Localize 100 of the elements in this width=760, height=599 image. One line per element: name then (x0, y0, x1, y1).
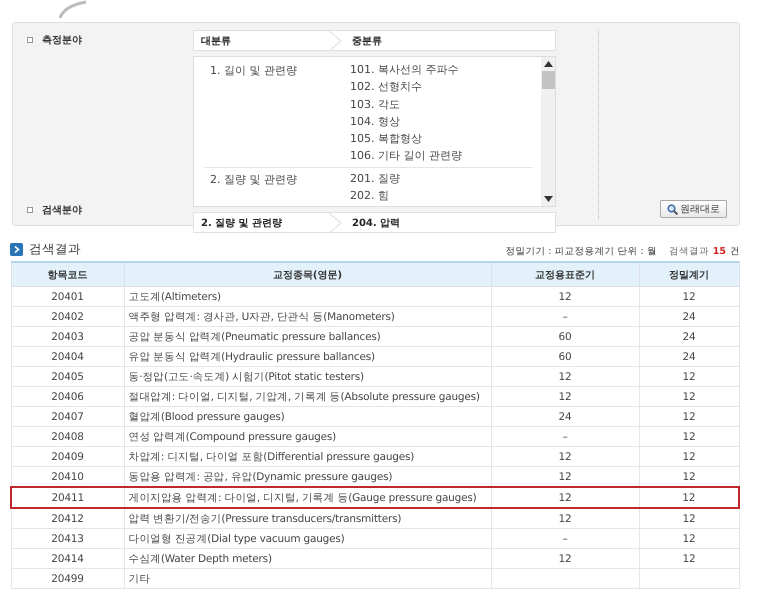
table-cell: 12 (639, 426, 739, 446)
table-cell: 12 (639, 406, 739, 426)
list-item[interactable]: 106. 기타 길이 관련량 (350, 147, 462, 165)
table-cell: 다이얼형 진공계(Dial type vacuum gauges) (124, 528, 491, 548)
section-title: 검색결과 (29, 241, 81, 258)
field-label: 측정분야 (42, 34, 82, 46)
table-cell: 수심계(Water Depth meters) (124, 548, 491, 568)
table-cell: 24 (639, 306, 739, 326)
table-cell: 20411 (11, 487, 124, 508)
column-heading: 중분류 (351, 34, 382, 48)
bullet-icon (27, 36, 33, 42)
column-header: 교정용표준기 (491, 262, 639, 286)
table-row[interactable]: 20404 유압 분동식 압력계(Hydraulic pressure ballances) 60 24 (11, 346, 739, 366)
table-cell: 12 (639, 508, 739, 528)
table-row[interactable]: 20406 절대압계: 다이얼, 디지털, 기압계, 기록계 등(Absolute pressure gauges) 12 12 (11, 386, 739, 406)
table-cell: 20414 (11, 548, 124, 568)
field-label: 검색분야 (42, 204, 82, 216)
column-header: 정밀계기 (639, 262, 739, 286)
table-cell: 압력 변환기/전송기(Pressure transducers/transmitters) (124, 508, 491, 528)
table-cell: 12 (491, 508, 639, 528)
table-cell: – (491, 306, 639, 326)
table-cell: 20408 (11, 426, 124, 446)
table-cell: 절대압계: 다이얼, 디지털, 기압계, 기록계 등(Absolute pressure gauges) (124, 386, 491, 406)
table-cell: 12 (491, 386, 639, 406)
scroll-up-icon[interactable] (544, 61, 552, 67)
table-cell: 20402 (11, 306, 124, 326)
table-cell: 고도계(Altimeters) (124, 286, 491, 306)
list-item[interactable]: 201. 질량 (350, 170, 400, 188)
arrow-box-icon (10, 243, 23, 256)
table-cell: 20409 (11, 446, 124, 466)
table-cell: 20499 (11, 568, 124, 588)
result-count: 15 (712, 246, 726, 257)
list-item[interactable]: 1. 길이 및 관련량 (204, 61, 350, 165)
table-row[interactable]: 20499 기타 (11, 568, 739, 588)
table-row[interactable]: 20401 고도계(Altimeters) 12 12 (11, 286, 739, 306)
unit-note: 정밀기기 : 피교정용계기 단위 : 월 (505, 245, 657, 258)
list-item[interactable]: 105. 복합형상 (350, 130, 462, 148)
table-row[interactable]: 20405 동·정압(고도·속도계) 시험기(Pitot static testers) 12 12 (11, 366, 739, 386)
table-cell: 20401 (11, 286, 124, 306)
table-cell: 20413 (11, 528, 124, 548)
table-row[interactable]: 20413 다이얼형 진공계(Dial type vacuum gauges) – 12 (11, 528, 739, 548)
table-cell: 60 (491, 346, 639, 366)
table-cell: 12 (639, 286, 739, 306)
scrollbar[interactable] (541, 57, 555, 206)
list-item[interactable]: 103. 각도 (350, 96, 462, 113)
list-item[interactable]: 102. 선형치수 (350, 78, 462, 96)
table-cell: – (491, 426, 639, 446)
table-cell: 24 (491, 406, 639, 426)
table-cell: 12 (639, 548, 739, 568)
column-header: 항목코드 (11, 262, 124, 286)
scroll-down-icon[interactable] (544, 196, 552, 202)
table-cell: – (491, 528, 639, 548)
table-row[interactable]: 20411 게이지압용 압력계: 다이얼, 디지털, 기록계 등(Gauge pressure gauges) 12 12 (11, 487, 739, 508)
table-row[interactable]: 20414 수심계(Water Depth meters) 12 12 (11, 548, 739, 568)
table-cell: 12 (639, 386, 739, 406)
count-label: 검색결과 (668, 245, 709, 258)
table-row[interactable]: 20408 연성 압력계(Compound pressure gauges) – 12 (11, 426, 739, 446)
table-cell: 20405 (11, 366, 124, 386)
scrollbar-thumb[interactable] (542, 71, 554, 89)
path-item: 2. 질량 및 관련량 (200, 216, 284, 230)
table-cell: 24 (639, 346, 739, 366)
table-cell: 차압계: 디지털, 다이얼 포함(Differential pressure gauges) (124, 446, 491, 466)
bullet-icon (27, 206, 33, 212)
table-row[interactable]: 20412 압력 변환기/전송기(Pressure transducers/transmitters) 12 12 (11, 508, 739, 528)
table-cell: 20410 (11, 466, 124, 487)
table-cell: 12 (491, 366, 639, 386)
table-cell: 20404 (11, 346, 124, 366)
column-header: 교정종목(영문) (124, 262, 491, 286)
table-cell: 20403 (11, 326, 124, 346)
table-cell: 연성 압력계(Compound pressure gauges) (124, 426, 491, 446)
list-item[interactable]: 2. 질량 및 관련량 (204, 170, 350, 204)
search-icon (667, 204, 678, 214)
table-cell: 12 (639, 366, 739, 386)
table-row[interactable]: 20410 동압용 압력계: 공압, 유압(Dynamic pressure gauges) 12 12 (11, 466, 739, 487)
table-cell: 12 (639, 446, 739, 466)
table-cell: 공압 분동식 압력계(Pneumatic pressure ballances) (124, 326, 491, 346)
table-cell: 게이지압용 압력계: 다이얼, 디지털, 기록계 등(Gauge pressure gauges) (124, 487, 491, 508)
table-cell: 12 (639, 487, 739, 508)
list-item[interactable]: 101. 복사선의 주파수 (350, 61, 462, 78)
table-row[interactable]: 20409 차압계: 디지털, 다이얼 포함(Differential pressure gauges) 12 12 (11, 446, 739, 466)
table-cell: 기타 (124, 568, 491, 588)
table-cell: 12 (491, 487, 639, 508)
table-row[interactable]: 20403 공압 분동식 압력계(Pneumatic pressure ballances) 60 24 (11, 326, 739, 346)
table-cell: 60 (491, 326, 639, 346)
column-heading: 대분류 (200, 34, 232, 48)
table-row[interactable]: 20402 액주형 압력계: 경사관, U자관, 단관식 등(Manometers) – 24 (11, 306, 739, 326)
table-cell: 동·정압(고도·속도계) 시험기(Pitot static testers) (124, 366, 491, 386)
swoosh-icon (58, 0, 88, 18)
count-unit: 건 (730, 245, 740, 258)
reset-button[interactable]: 원래대로 (660, 200, 727, 218)
table-cell: 20406 (11, 386, 124, 406)
table-cell: 12 (491, 548, 639, 568)
table-cell: 액주형 압력계: 경사관, U자관, 단관식 등(Manometers) (124, 306, 491, 326)
list-item[interactable]: 104. 형상 (350, 112, 462, 130)
table-row[interactable]: 20407 혈압계(Blood pressure gauges) 24 12 (11, 406, 739, 426)
table-cell: 유압 분동식 압력계(Hydraulic pressure ballances) (124, 346, 491, 366)
table-cell: 20412 (11, 508, 124, 528)
list-item[interactable]: 202. 힘 (350, 187, 400, 204)
table-cell: 12 (491, 446, 639, 466)
table-cell: 24 (639, 326, 739, 346)
